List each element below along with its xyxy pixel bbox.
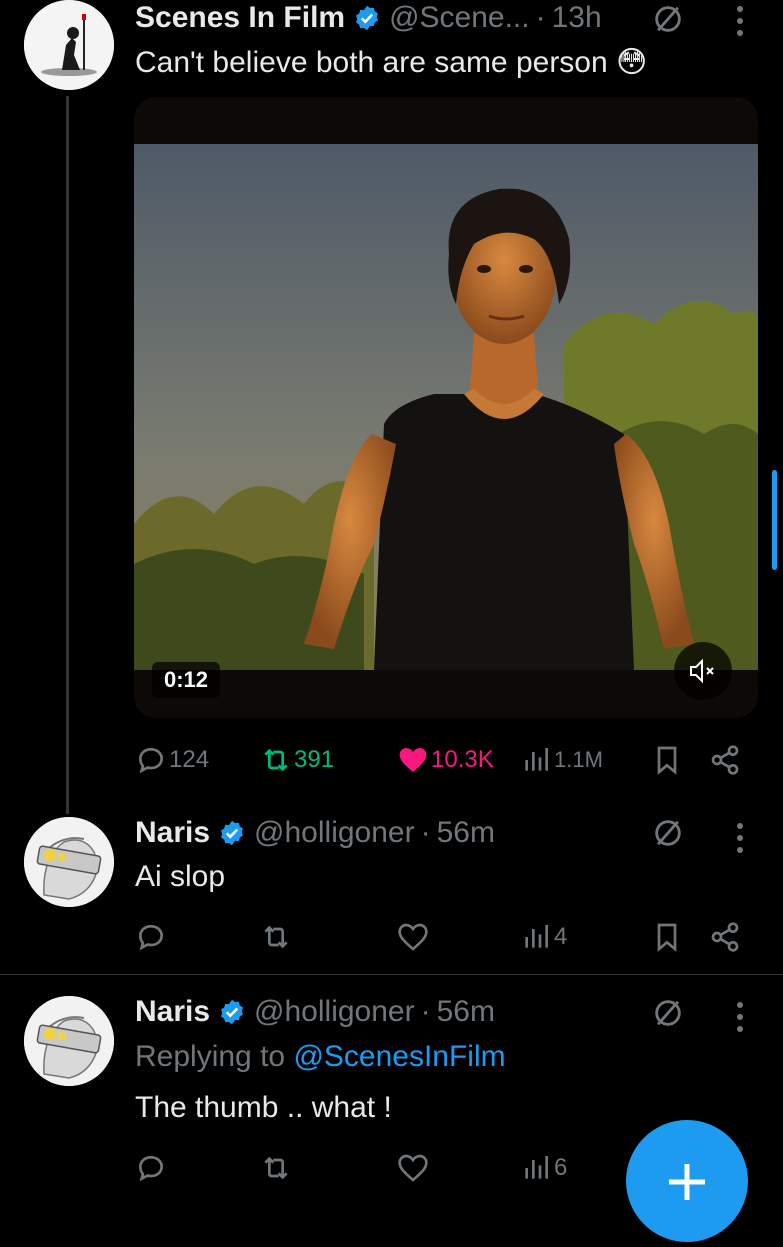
like-icon	[398, 923, 428, 951]
replying-to-label: Replying to	[135, 1040, 286, 1073]
mute-icon	[690, 658, 714, 684]
repost-count: 391	[294, 746, 335, 773]
reply-icon	[138, 924, 164, 951]
post-text-content: Can't believe both are same person	[135, 46, 608, 79]
post-text: Can't believe both are same person 😳	[135, 45, 647, 80]
reply-icon	[138, 1155, 164, 1182]
post-text: Ai slop	[135, 860, 226, 893]
like-count: 10.3K	[431, 746, 494, 773]
like-button[interactable]	[397, 1148, 431, 1188]
grok-icon[interactable]	[651, 2, 685, 36]
reply-button[interactable]	[135, 1148, 169, 1188]
post-divider	[0, 974, 783, 975]
compose-icon	[669, 1164, 705, 1200]
views-button[interactable]: 1.1M	[520, 740, 603, 780]
more-icon[interactable]	[735, 6, 745, 36]
view-count: 1.1M	[554, 747, 603, 772]
like-button[interactable]: 10.3K	[397, 740, 494, 780]
bookmark-button[interactable]	[651, 740, 685, 780]
avatar[interactable]	[24, 0, 114, 90]
grok-icon[interactable]	[651, 816, 685, 850]
repost-icon	[264, 748, 288, 772]
display-name[interactable]: Scenes In Film	[135, 1, 345, 35]
post-header: Naris @holligoner · 56m	[135, 994, 495, 1030]
post-header: Scenes In Film @Scene... · 13h	[135, 0, 602, 36]
post-actions: 4	[135, 917, 755, 957]
views-icon	[525, 1156, 548, 1179]
user-handle[interactable]: @holligoner	[254, 995, 415, 1029]
views-button[interactable]: 4	[520, 917, 567, 957]
repost-icon	[264, 925, 288, 949]
share-icon	[711, 745, 739, 775]
separator-dot: ·	[420, 816, 431, 849]
video-duration: 0:12	[152, 662, 221, 698]
mute-button[interactable]	[674, 642, 732, 700]
compose-button[interactable]	[626, 1120, 748, 1242]
views-icon	[525, 925, 548, 948]
share-button[interactable]	[709, 917, 743, 957]
reply-icon	[138, 747, 164, 774]
post-text: The thumb .. what !	[135, 1091, 392, 1124]
avatar-image	[24, 996, 114, 1086]
user-handle[interactable]: @Scene...	[389, 1, 530, 35]
scrollbar-thumb[interactable]	[772, 470, 777, 570]
reply-button[interactable]	[135, 917, 169, 957]
avatar-image	[24, 817, 114, 907]
repost-button[interactable]	[260, 917, 294, 957]
like-icon	[399, 748, 427, 772]
verified-badge-icon	[221, 820, 244, 846]
more-icon[interactable]	[735, 823, 745, 853]
post-actions: 124 391 10.3K 1.1M	[135, 740, 755, 780]
avatar-image	[24, 0, 114, 90]
separator-dot: ·	[420, 995, 431, 1028]
views-button[interactable]: 6	[520, 1148, 567, 1188]
flushed-emoji: 😳	[616, 46, 648, 79]
post-header: Naris @holligoner · 56m	[135, 815, 495, 851]
replying-to-handle[interactable]: @ScenesInFilm	[293, 1040, 505, 1073]
share-button[interactable]	[709, 740, 743, 780]
bookmark-icon	[657, 923, 677, 952]
like-button[interactable]	[397, 917, 431, 957]
timestamp[interactable]: 56m	[437, 816, 495, 850]
repost-button[interactable]: 391	[260, 740, 334, 780]
share-icon	[711, 922, 739, 952]
views-icon	[525, 748, 548, 771]
display-name[interactable]: Naris	[135, 995, 210, 1029]
view-count: 6	[554, 1154, 568, 1181]
video-player[interactable]: 0:12	[134, 97, 758, 718]
more-icon[interactable]	[735, 1002, 745, 1032]
repost-button[interactable]	[260, 1148, 294, 1188]
view-count: 4	[554, 923, 568, 950]
repost-icon	[264, 1156, 288, 1180]
bookmark-button[interactable]	[651, 917, 685, 957]
verified-badge-icon	[221, 999, 244, 1025]
user-handle[interactable]: @holligoner	[254, 816, 415, 850]
avatar[interactable]	[24, 817, 114, 907]
timestamp[interactable]: 56m	[437, 995, 495, 1029]
thread-connector-line	[66, 96, 69, 814]
timestamp[interactable]: 13h	[552, 1, 602, 35]
like-icon	[398, 1154, 428, 1182]
bookmark-icon	[657, 746, 677, 775]
video-frame	[134, 144, 758, 670]
avatar[interactable]	[24, 996, 114, 1086]
reply-button[interactable]: 124	[135, 740, 209, 780]
separator-dot: ·	[535, 1, 546, 34]
replying-to: Replying to @ScenesInFilm	[135, 1040, 506, 1074]
reply-count: 124	[169, 746, 210, 773]
grok-icon[interactable]	[651, 996, 685, 1030]
display-name[interactable]: Naris	[135, 816, 210, 850]
verified-badge-icon	[356, 5, 379, 31]
